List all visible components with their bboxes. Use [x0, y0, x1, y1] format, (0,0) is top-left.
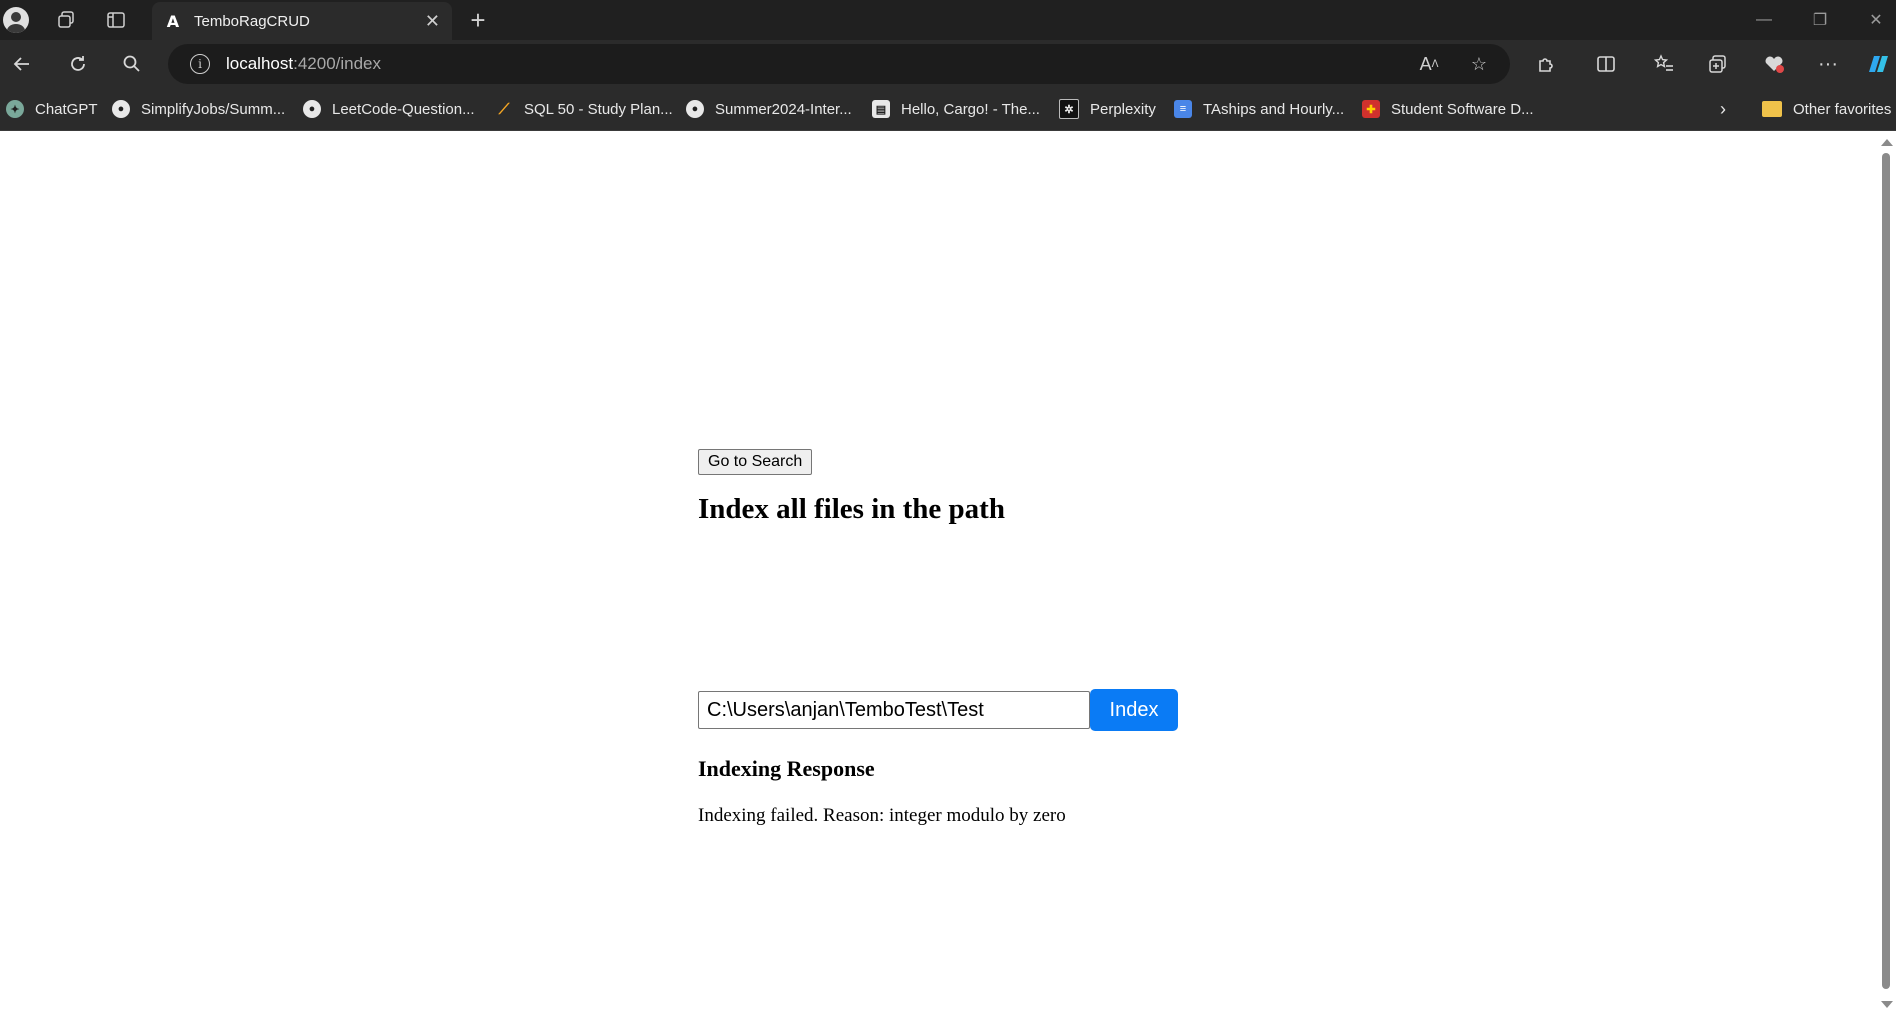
bookmark-label: Student Software D... — [1391, 100, 1534, 118]
site-info-icon[interactable]: i — [190, 54, 210, 74]
bookmark-label: TAships and Hourly... — [1203, 100, 1345, 118]
profile-avatar[interactable] — [2, 6, 30, 34]
minimize-icon[interactable]: — — [1744, 6, 1784, 34]
bookmark-label: Summer2024-Inter... — [715, 100, 852, 118]
github-icon: ● — [303, 100, 321, 118]
bookmark-summer2024[interactable]: ● Summer2024-Inter... — [686, 98, 852, 120]
url-path: :4200/index — [293, 54, 382, 73]
bookmark-label: SimplifyJobs/Summ... — [141, 100, 286, 118]
bookmarks-bar: ✦ ChatGPT ● SimplifyJobs/Summ... ● LeetCode… — [0, 88, 1896, 131]
refresh-icon[interactable] — [62, 49, 94, 79]
path-input[interactable] — [698, 691, 1090, 729]
docs-icon: ≡ — [1174, 100, 1192, 118]
bookmark-label: Perplexity — [1090, 100, 1156, 118]
github-icon: ● — [686, 100, 704, 118]
github-icon: ● — [112, 100, 130, 118]
vertical-tabs-icon[interactable] — [102, 6, 130, 34]
chatgpt-icon: ✦ — [6, 100, 24, 118]
bookmark-leetcode-questions[interactable]: ● LeetCode-Question... — [303, 98, 475, 120]
bookmark-label: SQL 50 - Study Plan... — [524, 100, 673, 118]
leetcode-icon: ⟋ — [498, 100, 510, 118]
workspaces-icon[interactable] — [52, 6, 80, 34]
close-tab-icon[interactable]: ✕ — [425, 11, 440, 32]
favorite-star-icon[interactable]: ☆ — [1464, 50, 1494, 78]
bookmark-label: Hello, Cargo! - The... — [901, 100, 1040, 118]
bookmark-label: Other favorites — [1793, 100, 1892, 118]
scroll-down-arrow-icon[interactable] — [1881, 1001, 1893, 1008]
response-message: Indexing failed. Reason: integer modulo … — [698, 805, 1066, 826]
tab-title: TemboRagCRUD — [194, 12, 310, 30]
bookmark-sql50[interactable]: ⟋ SQL 50 - Study Plan... — [495, 98, 673, 120]
search-icon[interactable] — [116, 49, 148, 79]
bookmark-label: ChatGPT — [35, 100, 98, 118]
split-screen-icon[interactable] — [1590, 49, 1622, 79]
folder-icon — [1762, 101, 1782, 117]
close-window-icon[interactable]: ✕ — [1856, 6, 1896, 34]
restore-icon[interactable]: ❐ — [1800, 6, 1840, 34]
angular-icon: A — [166, 11, 180, 31]
scrollbar-thumb[interactable] — [1882, 153, 1890, 989]
bookmark-perplexity[interactable]: ✲ Perplexity — [1059, 98, 1156, 120]
umd-icon: ✚ — [1362, 100, 1380, 118]
tab-strip: A TemboRagCRUD ✕ + — ❐ ✕ — [0, 0, 1896, 40]
collections-icon[interactable] — [1702, 49, 1734, 79]
bookmark-taships[interactable]: ≡ TAships and Hourly... — [1174, 98, 1344, 120]
favorites-icon[interactable] — [1648, 49, 1680, 79]
perplexity-icon: ✲ — [1059, 99, 1079, 119]
bookmark-chatgpt[interactable]: ✦ ChatGPT — [6, 98, 98, 120]
extensions-icon[interactable] — [1530, 49, 1562, 79]
bookmark-simplifyjobs[interactable]: ● SimplifyJobs/Summ... — [112, 98, 285, 120]
response-heading: Indexing Response — [698, 756, 875, 781]
more-options-icon[interactable]: ··· — [1812, 49, 1844, 79]
bookmark-other-favorites[interactable]: Other favorites — [1762, 98, 1891, 120]
tab-temboragcrud[interactable]: A TemboRagCRUD ✕ — [152, 2, 452, 40]
browser-toolbar: i localhost:4200/index Aᐱ ☆ ··· — [0, 40, 1896, 88]
read-aloud-icon[interactable]: Aᐱ — [1414, 50, 1444, 78]
browser-chrome: A TemboRagCRUD ✕ + — ❐ ✕ i localhost:420… — [0, 0, 1896, 131]
back-icon[interactable] — [6, 49, 38, 79]
vertical-scrollbar[interactable] — [1878, 131, 1896, 1012]
page-content: Go to Search Index all files in the path… — [0, 131, 1878, 1012]
index-button[interactable]: Index — [1090, 689, 1178, 731]
bookmark-hello-cargo[interactable]: ▤ Hello, Cargo! - The... — [872, 98, 1040, 120]
chevron-right-icon[interactable]: › — [1720, 98, 1726, 120]
bookmark-label: LeetCode-Question... — [332, 100, 475, 118]
new-tab-icon[interactable]: + — [464, 5, 492, 35]
copilot-icon[interactable] — [1862, 49, 1894, 79]
address-bar[interactable]: i localhost:4200/index Aᐱ ☆ — [168, 44, 1510, 84]
bookmark-student-software[interactable]: ✚ Student Software D... — [1362, 98, 1534, 120]
go-to-search-button[interactable]: Go to Search — [698, 449, 813, 475]
browser-essentials-icon[interactable] — [1758, 49, 1790, 79]
page-title: Index all files in the path — [698, 493, 1005, 525]
scroll-up-arrow-icon[interactable] — [1881, 139, 1893, 146]
url-host: localhost — [226, 54, 294, 73]
url-text[interactable]: localhost:4200/index — [226, 54, 381, 74]
book-icon: ▤ — [872, 100, 890, 118]
